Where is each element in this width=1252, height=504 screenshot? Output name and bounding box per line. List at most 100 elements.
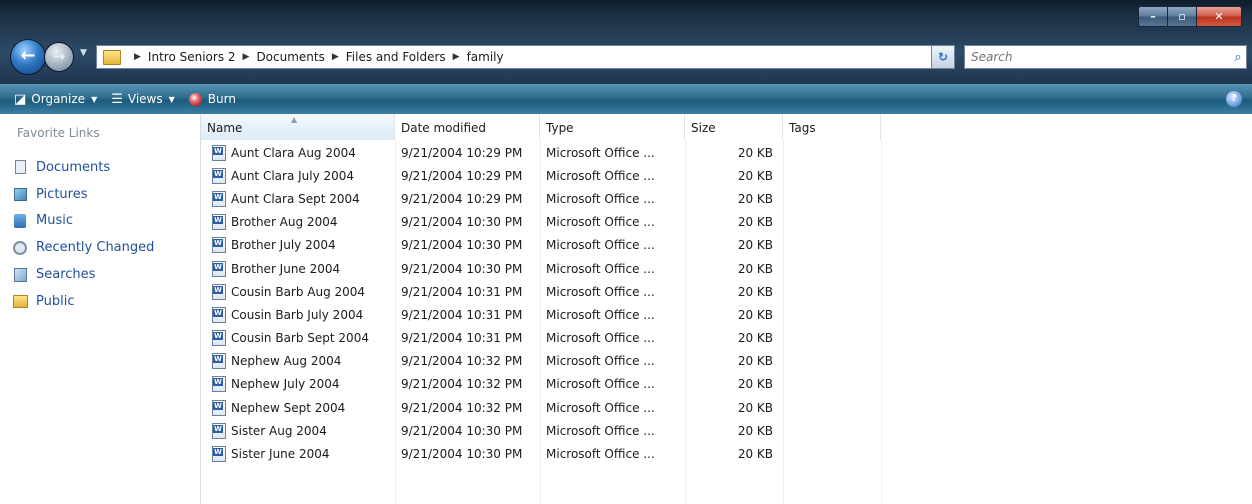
file-name-cell[interactable]: W Nephew Sept 2004 [201,399,395,416]
favorite-link-music[interactable]: Music [12,208,154,235]
breadcrumb-chevron-icon[interactable]: ▶ [243,52,250,62]
breadcrumb-item[interactable]: Documents [256,50,324,64]
organize-button[interactable]: ◪ Organize ▼ [14,92,97,107]
column-header-size[interactable]: Size [685,114,783,140]
file-name: Nephew Sept 2004 [231,400,346,415]
column-header-tags[interactable]: Tags [783,114,881,140]
date-modified-cell: 9/21/2004 10:29 PM [401,191,523,206]
file-name-cell[interactable]: W Cousin Barb Sept 2004 [201,330,395,347]
refresh-button[interactable]: ↻ [931,45,955,69]
type-cell: Microsoft Office ... [546,400,655,415]
table-row[interactable]: W Cousin Barb Sept 2004 9/21/2004 10:31 PM… [201,327,881,350]
favorite-link-pictures[interactable]: Pictures [12,181,154,208]
word-document-icon: W [210,353,227,370]
size-cell: 20 KB [737,331,773,346]
file-name-cell[interactable]: W Cousin Barb Aug 2004 [201,283,395,300]
close-button[interactable]: ✕ [1196,6,1242,27]
favorite-links-header: Favorite Links [17,126,100,140]
views-button[interactable]: ☰ Views ▼ [111,92,175,107]
size-cell: 20 KB [737,307,773,322]
file-name-cell[interactable]: W Sister June 2004 [201,446,395,463]
column-header-date-modified[interactable]: Date modified [395,114,540,140]
file-name-cell[interactable]: W Aunt Clara Sept 2004 [201,190,395,207]
size-cell: 20 KB [737,447,773,462]
breadcrumb-item[interactable]: Files and Folders [346,50,446,64]
word-document-icon: W [210,214,227,231]
search-input[interactable] [965,49,1230,65]
table-row[interactable]: W Aunt Clara Sept 2004 9/21/2004 10:29 PM M… [201,187,881,210]
favorite-link-public[interactable]: Public [12,288,154,315]
word-document-icon: W [210,237,227,254]
type-cell: Microsoft Office ... [546,145,655,160]
file-name: Brother July 2004 [231,238,336,253]
column-header-label: Date modified [401,121,487,135]
file-name-cell[interactable]: W Brother June 2004 [201,260,395,277]
date-modified-cell: 9/21/2004 10:32 PM [401,354,523,369]
help-button[interactable]: ? [1226,91,1242,107]
favorite-link-documents[interactable]: Documents [12,154,154,181]
word-document-icon: W [210,446,227,463]
file-name: Nephew Aug 2004 [231,354,342,369]
type-cell: Microsoft Office ... [546,168,655,183]
breadcrumb-chevron-icon[interactable]: ▶ [453,52,460,62]
breadcrumb-item[interactable]: family [467,50,504,64]
minimize-button[interactable]: – [1138,6,1167,27]
recent-pages-dropdown[interactable]: ▼ [80,48,87,58]
word-document-icon: W [210,260,227,277]
views-icon: ☰ [111,91,123,107]
breadcrumb-item[interactable]: Intro Seniors 2 [148,50,236,64]
file-name-cell[interactable]: W Nephew Aug 2004 [201,353,395,370]
recently-changed-icon [12,240,28,256]
search-icon[interactable]: ⌕ [1230,50,1246,65]
table-row[interactable]: W Cousin Barb July 2004 9/21/2004 10:31 PM… [201,303,881,326]
table-row[interactable]: W Nephew Sept 2004 9/21/2004 10:32 PM Micro… [201,396,881,419]
date-modified-cell: 9/21/2004 10:31 PM [401,307,523,322]
file-name: Aunt Clara Aug 2004 [231,145,356,160]
forward-button[interactable]: → [44,42,74,72]
file-name-cell[interactable]: W Brother Aug 2004 [201,214,395,231]
table-row[interactable]: W Brother July 2004 9/21/2004 10:30 PM Micr… [201,234,881,257]
searches-icon [12,267,28,283]
file-name-cell[interactable]: W Sister Aug 2004 [201,422,395,439]
date-modified-cell: 9/21/2004 10:30 PM [401,238,523,253]
views-label: Views [127,92,163,106]
file-name-cell[interactable]: W Aunt Clara Aug 2004 [201,144,395,161]
date-modified-cell: 9/21/2004 10:30 PM [401,423,523,438]
column-header-label: Type [546,121,574,135]
table-row[interactable]: W Sister June 2004 9/21/2004 10:30 PM Micro… [201,442,881,465]
breadcrumb-chevron-icon[interactable]: ▶ [134,52,141,62]
file-name-cell[interactable]: W Brother July 2004 [201,237,395,254]
file-name-cell[interactable]: W Cousin Barb July 2004 [201,306,395,323]
table-row[interactable]: W Brother Aug 2004 9/21/2004 10:30 PM Micro… [201,211,881,234]
public-folder-icon [12,293,28,309]
breadcrumb-chevron-icon[interactable]: ▶ [332,52,339,62]
favorite-link-label: Documents [36,159,111,175]
table-row[interactable]: W Cousin Barb Aug 2004 9/21/2004 10:31 PM M… [201,280,881,303]
favorite-link-searches[interactable]: Searches [12,261,154,288]
table-row[interactable]: W Aunt Clara Aug 2004 9/21/2004 10:29 PM Mi… [201,141,881,164]
table-row[interactable]: W Brother June 2004 9/21/2004 10:30 PM Micr… [201,257,881,280]
window-titlebar: – ▫ ✕ [0,0,1252,30]
column-header-type[interactable]: Type [540,114,685,140]
file-rows: W Aunt Clara Aug 2004 9/21/2004 10:29 PM Mi… [201,141,881,466]
pictures-icon [12,186,28,202]
column-header-name[interactable]: ▲ Name [201,114,395,140]
favorite-link-label: Music [36,213,73,229]
favorite-link-recently-changed[interactable]: Recently Changed [12,234,154,261]
table-row[interactable]: W Sister Aug 2004 9/21/2004 10:30 PM Micros… [201,419,881,442]
table-row[interactable]: W Nephew Aug 2004 9/21/2004 10:32 PM Micros… [201,350,881,373]
address-bar[interactable]: ▶ Intro Seniors 2 ▶ Documents ▶ Files an… [96,45,954,69]
file-name-cell[interactable]: W Aunt Clara July 2004 [201,167,395,184]
burn-button[interactable]: Burn [188,92,236,106]
file-name-cell[interactable]: W Nephew July 2004 [201,376,395,393]
maximize-button[interactable]: ▫ [1167,6,1196,27]
column-headers: ▲ Name Date modified Type Size Tags [201,114,1252,140]
file-name: Cousin Barb Sept 2004 [231,331,369,346]
word-document-icon: W [210,422,227,439]
word-document-icon: W [210,330,227,347]
table-row[interactable]: W Aunt Clara July 2004 9/21/2004 10:29 PM M… [201,164,881,187]
search-box[interactable]: ⌕ [964,45,1247,69]
table-row[interactable]: W Nephew July 2004 9/21/2004 10:32 PM Micro… [201,373,881,396]
type-cell: Microsoft Office ... [546,191,655,206]
back-button[interactable]: ← [10,39,46,75]
